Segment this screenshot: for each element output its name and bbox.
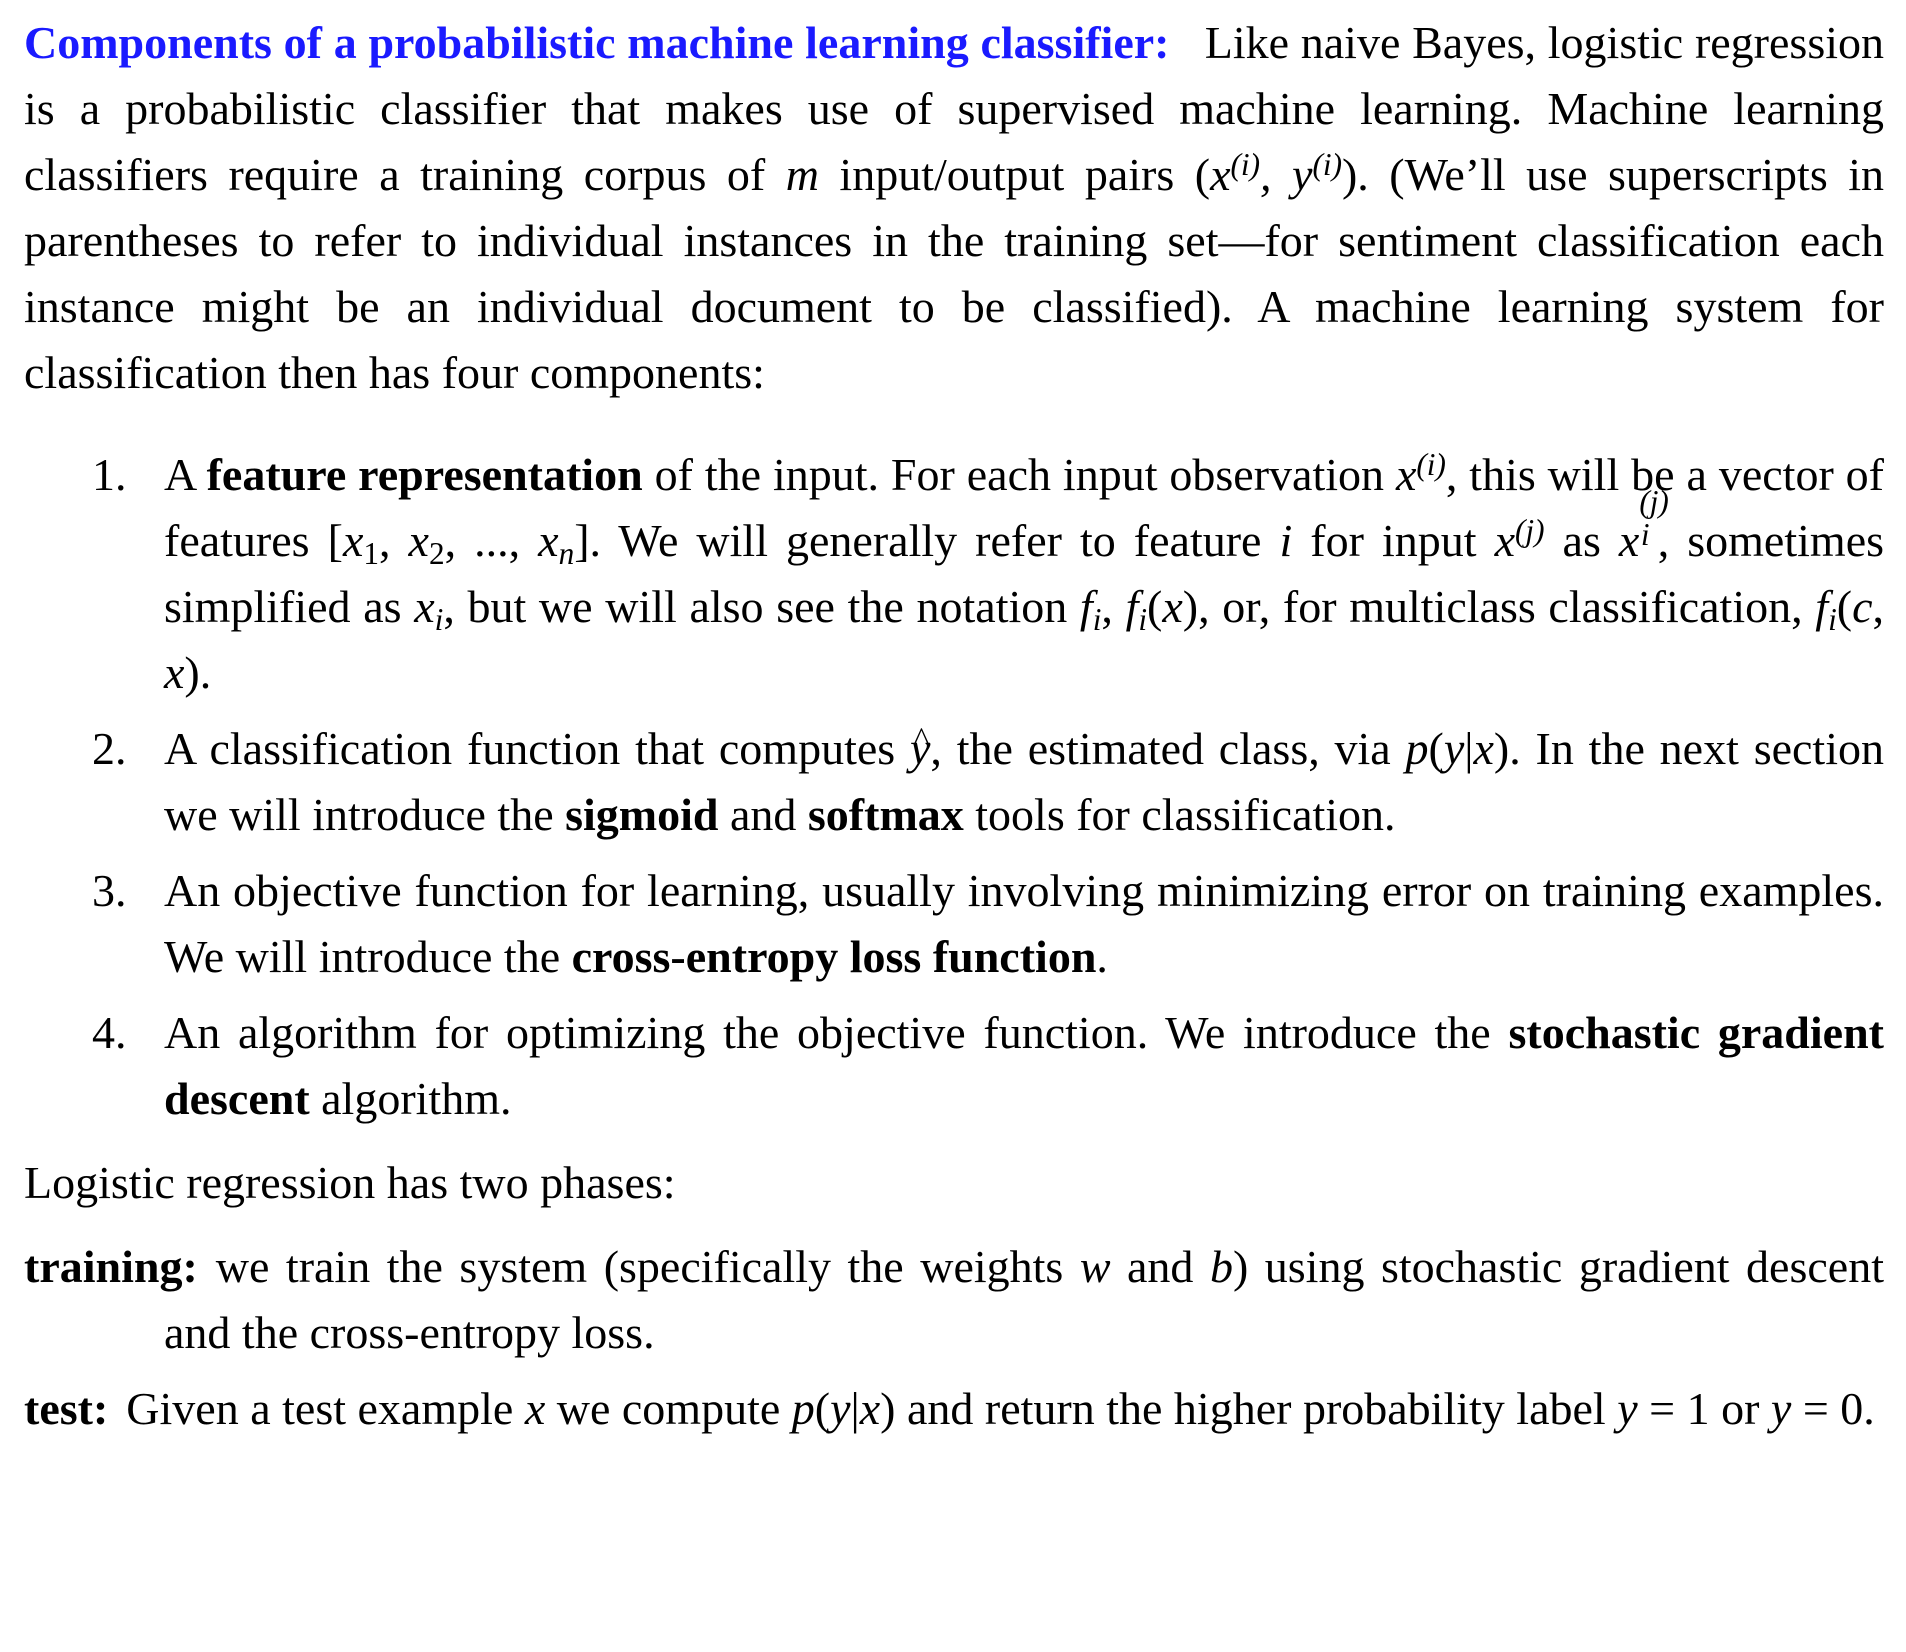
list-number: 4. bbox=[92, 1007, 127, 1058]
section-heading: Components of a probabilistic machine le… bbox=[24, 17, 1170, 68]
intro-text: input/output pairs ( bbox=[818, 149, 1211, 200]
intro-paragraph: Components of a probabilistic machine le… bbox=[24, 10, 1884, 406]
math-y-equals-1: y = 1 bbox=[1617, 1383, 1710, 1434]
var-b: b bbox=[1209, 1241, 1233, 1292]
math-y-equals-0: y = 0 bbox=[1770, 1383, 1864, 1434]
phase-term-test: test: bbox=[24, 1383, 109, 1434]
math-x-i-j: x (j) i bbox=[1618, 483, 1669, 566]
list-number: 3. bbox=[92, 865, 127, 916]
math-i: i bbox=[1279, 515, 1293, 566]
var-w: w bbox=[1079, 1241, 1111, 1292]
phase-term-training: training: bbox=[24, 1241, 198, 1292]
document-page: Components of a probabilistic machine le… bbox=[24, 10, 1884, 1452]
math-f-notation: fi, fi(x) bbox=[1079, 581, 1199, 638]
components-list: 1. A feature representation of the input… bbox=[24, 442, 1884, 1132]
list-item: 4. An algorithm for optimizing the objec… bbox=[24, 1000, 1884, 1132]
list-item-text: An objective function for learning, usua… bbox=[164, 865, 1884, 982]
list-item: 2. A classification function that comput… bbox=[24, 705, 1884, 848]
math-pair: x(i), y(i) bbox=[1210, 147, 1342, 200]
phase-test: test: Given a test example x we compute p… bbox=[24, 1383, 1875, 1434]
phases-list: training: we train the system (specifical… bbox=[24, 1234, 1884, 1442]
list-number: 1. bbox=[92, 449, 127, 500]
list-item-text: A feature representation of the input. F… bbox=[164, 447, 1885, 698]
term-softmax: softmax bbox=[807, 789, 964, 840]
var-m: m bbox=[785, 149, 819, 200]
math-feature-vector: [x1, x2, ..., xn] bbox=[327, 515, 590, 572]
term-sigmoid: sigmoid bbox=[565, 789, 719, 840]
math-y-hat: y bbox=[910, 705, 930, 782]
math-x-sub-i: xi bbox=[414, 581, 444, 638]
term-cross-entropy-loss: cross-entropy loss function bbox=[571, 931, 1097, 982]
list-item: 1. A feature representation of the input… bbox=[24, 442, 1884, 706]
math-p-y-given-x: p(y|x) bbox=[791, 1383, 896, 1434]
list-number: 2. bbox=[92, 723, 127, 774]
math-x-i: x(i) bbox=[1395, 447, 1446, 500]
phases-intro: Logistic regression has two phases: bbox=[24, 1157, 676, 1208]
phase-training: training: we train the system (specifical… bbox=[24, 1241, 1884, 1358]
math-p-y-given-x: p(y|x) bbox=[1405, 723, 1510, 774]
math-x-j: x(j) bbox=[1494, 513, 1545, 566]
list-item-text: An algorithm for optimizing the objectiv… bbox=[164, 1007, 1884, 1124]
var-x: x bbox=[524, 1383, 546, 1434]
list-item: 3. An objective function for learning, u… bbox=[24, 858, 1884, 990]
list-item-text: A classification function that computes … bbox=[164, 705, 1884, 848]
term-feature-representation: feature representation bbox=[206, 449, 643, 500]
